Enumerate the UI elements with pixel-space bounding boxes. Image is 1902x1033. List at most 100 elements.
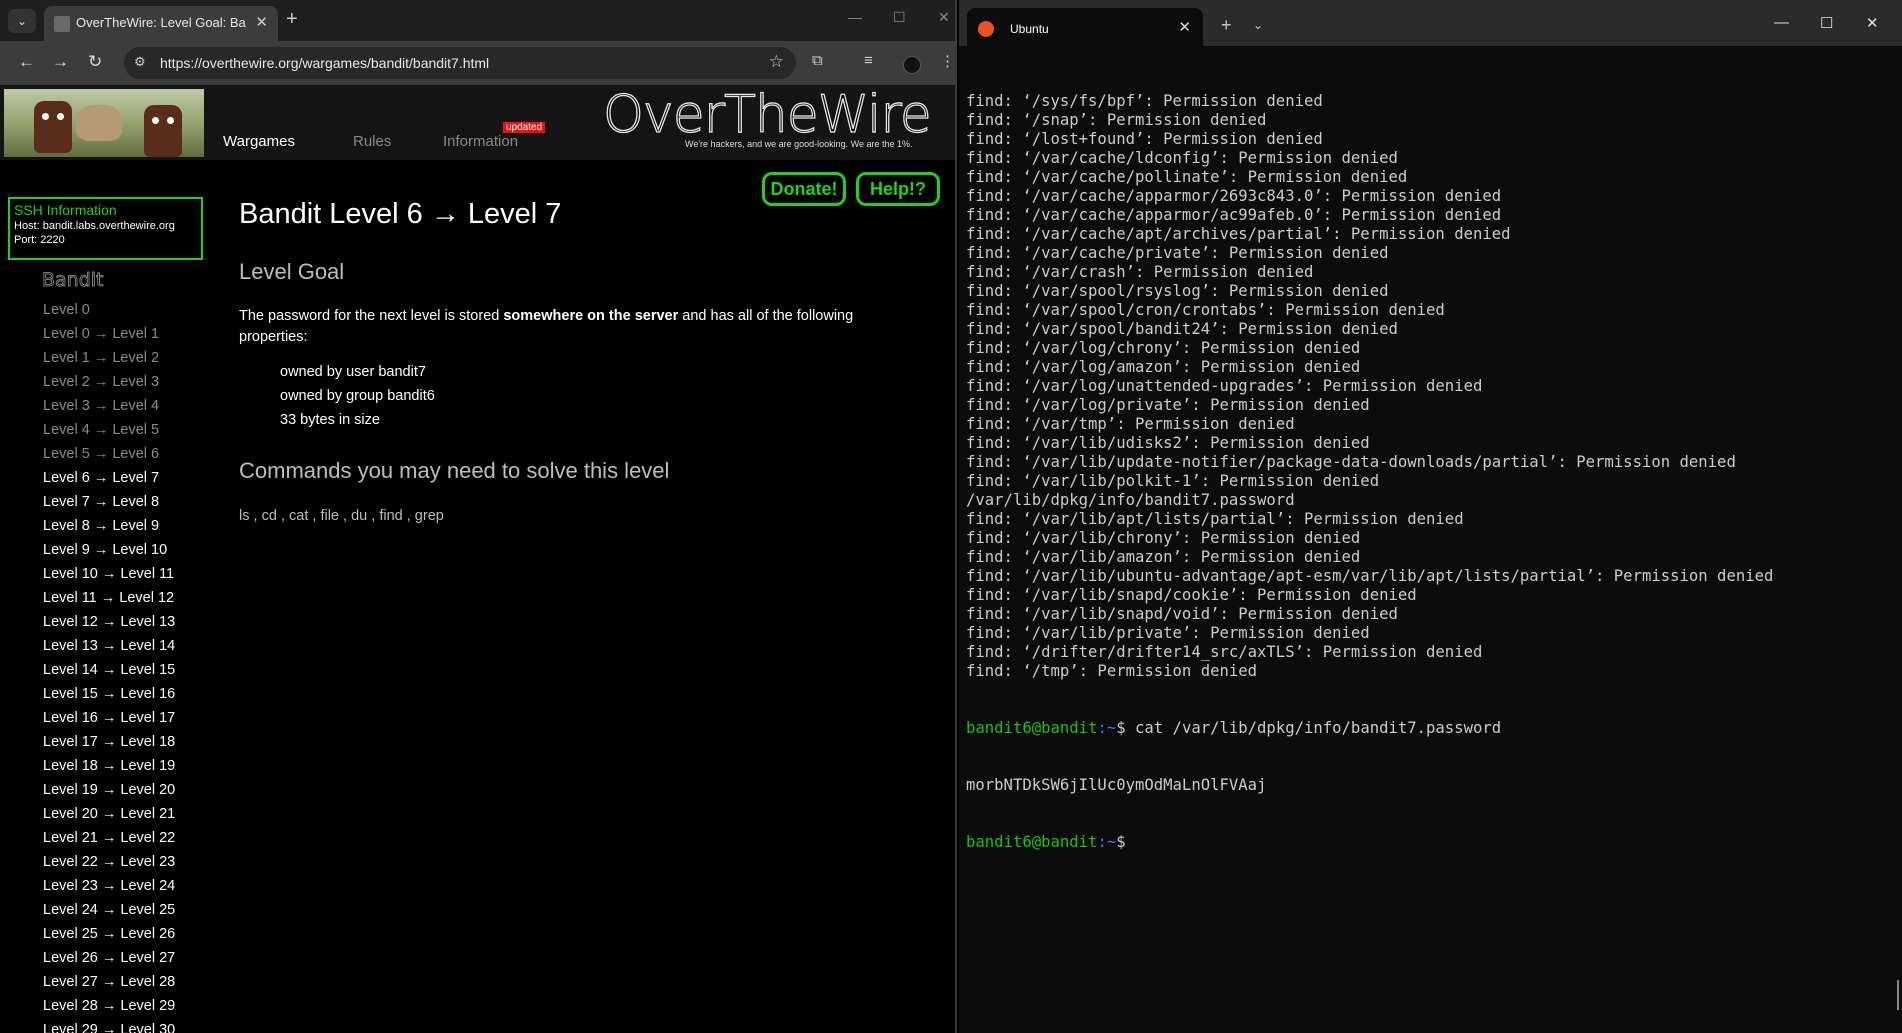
maximize-icon[interactable]: ☐ [893, 9, 906, 26]
level-link[interactable]: Level 4 → Level 5 [43, 422, 175, 446]
level-link[interactable]: Level 20 → Level 21 [43, 806, 175, 830]
terminal-line: find: ‘/tmp’: Permission denied [966, 662, 1258, 680]
window-close-icon[interactable]: ✕ [938, 9, 950, 26]
command-link[interactable]: cat [289, 508, 308, 524]
terminal-line: find: ‘/var/cache/apparmor/ac99afeb.0’: … [966, 206, 1502, 224]
nav-wargames[interactable]: Wargames [223, 133, 295, 150]
level-link[interactable]: Level 3 → Level 4 [43, 398, 175, 422]
level-link[interactable]: Level 6 → Level 7 [43, 470, 175, 494]
level-link[interactable]: Level 27 → Level 28 [43, 974, 175, 998]
banner-image [4, 89, 204, 157]
level-link[interactable]: Level 26 → Level 27 [43, 950, 175, 974]
extensions-icon[interactable]: ⧉ [812, 52, 823, 69]
reload-icon[interactable]: ↻ [88, 52, 102, 72]
url-text[interactable]: https://overthewire.org/wargames/bandit/… [160, 55, 489, 71]
avatar[interactable] [903, 56, 921, 74]
menu-icon[interactable]: ⋮ [940, 52, 955, 70]
level-link[interactable]: Level 25 → Level 26 [43, 926, 175, 950]
level-link[interactable]: Level 28 → Level 29 [43, 998, 175, 1022]
level-link[interactable]: Level 0 → Level 1 [43, 326, 175, 350]
tab-search-icon[interactable]: ⌄ [8, 9, 36, 33]
level-list: Level 0 Level 0 → Level 1 Level 1 → Level … [43, 302, 175, 1033]
level-link[interactable]: Level 19 → Level 20 [43, 782, 175, 806]
level-link[interactable]: Level 14 → Level 15 [43, 662, 175, 686]
minimize-icon[interactable]: — [848, 9, 862, 25]
browser-toolbar: ← → ↻ ⚙ https://overthewire.org/wargames… [0, 41, 955, 85]
chevron-down-icon[interactable]: ⌄ [1253, 18, 1263, 32]
new-tab-icon[interactable]: + [1221, 15, 1232, 36]
nav-information[interactable]: Information [443, 133, 518, 150]
prompt-symbol: $ [1116, 833, 1135, 851]
browser-window: ⌄ OverTheWire: Level Goal: Bandit Level … [0, 0, 957, 1033]
help-button[interactable]: Help!? [856, 172, 940, 206]
level-link[interactable]: Level 2 → Level 3 [43, 374, 175, 398]
terminal-command: cat /var/lib/dpkg/info/bandit7.password [1135, 719, 1502, 737]
terminal-line: find: ‘/var/spool/bandit24’: Permission … [966, 320, 1398, 338]
media-icon[interactable]: ≡ [864, 52, 873, 69]
site-info-icon[interactable]: ⚙ [134, 54, 146, 70]
level-link[interactable]: Level 1 → Level 2 [43, 350, 175, 374]
window-close-icon[interactable]: ✕ [1866, 14, 1879, 32]
level-link[interactable]: Level 15 → Level 16 [43, 686, 175, 710]
site-header: Wargames Rules Information updated OverT… [0, 84, 955, 160]
site-logo[interactable]: OverTheWire [602, 84, 932, 145]
site-tagline: We're hackers, and we are good-looking. … [685, 139, 913, 149]
level-link[interactable]: Level 24 → Level 25 [43, 902, 175, 926]
ssh-port: Port: 2220 [14, 234, 65, 246]
new-tab-icon[interactable]: + [286, 8, 298, 31]
level-link[interactable]: Level 21 → Level 22 [43, 830, 175, 854]
address-bar[interactable]: ⚙ https://overthewire.org/wargames/bandi… [124, 47, 796, 79]
goal-text: The password for the next level is store… [239, 306, 899, 348]
password-output: morbNTDkSW6jIlUc0ymOdMaLnOlFVAaj [966, 776, 1267, 794]
command-link[interactable]: find [379, 508, 402, 524]
level-link[interactable]: Level 29 → Level 30 [43, 1022, 175, 1033]
terminal-command-line: bandit6@bandit:~$ cat /var/lib/dpkg/info… [966, 719, 1896, 738]
close-tab-icon[interactable]: ✕ [255, 13, 268, 31]
prompt-path: :~ [1097, 719, 1117, 737]
terminal-line: find: ‘/var/spool/rsyslog’: Permission d… [966, 282, 1389, 300]
minimize-icon[interactable]: — [1774, 14, 1789, 31]
terminal-line: find: ‘/var/cache/ldconfig’: Permission … [966, 149, 1398, 167]
command-link[interactable]: file [320, 508, 339, 524]
terminal-tab[interactable]: Ubuntu ✕ [967, 8, 1203, 46]
level-link[interactable]: Level 7 → Level 8 [43, 494, 175, 518]
nav-rules[interactable]: Rules [353, 133, 391, 150]
scrollbar[interactable] [1897, 980, 1899, 1010]
ssh-host: Host: bandit.labs.overthewire.org [14, 220, 175, 232]
level-link[interactable]: Level 9 → Level 10 [43, 542, 175, 566]
forward-icon[interactable]: → [52, 52, 69, 72]
prompt-user: bandit6@bandit [966, 719, 1098, 737]
page-title: Bandit Level 6 → Level 7 [239, 198, 562, 230]
command-link[interactable]: cd [262, 508, 277, 524]
favicon-icon [54, 16, 70, 32]
browser-tab-active[interactable]: OverTheWire: Level Goal: Bandit Level 6 … [44, 6, 278, 41]
level-link[interactable]: Level 18 → Level 19 [43, 758, 175, 782]
command-link[interactable]: grep [415, 508, 444, 524]
terminal-line: find: ‘/var/crash’: Permission denied [966, 263, 1314, 281]
terminal-line: find: ‘/var/log/unattended-upgrades’: Pe… [966, 377, 1483, 395]
updated-badge: updated [503, 122, 546, 133]
close-tab-icon[interactable]: ✕ [1178, 18, 1191, 36]
level-link[interactable]: Level 8 → Level 9 [43, 518, 175, 542]
level-link[interactable]: Level 11 → Level 12 [43, 590, 175, 614]
terminal-line: find: ‘/var/lib/udisks2’: Permission den… [966, 434, 1370, 452]
level-link[interactable]: Level 13 → Level 14 [43, 638, 175, 662]
terminal-line: find: ‘/var/cache/pollinate’: Permission… [966, 168, 1408, 186]
maximize-icon[interactable]: ☐ [1820, 14, 1833, 32]
level-link[interactable]: Level 22 → Level 23 [43, 854, 175, 878]
level-link[interactable]: Level 10 → Level 11 [43, 566, 175, 590]
level-link[interactable]: Level 0 [43, 302, 175, 326]
level-link[interactable]: Level 16 → Level 17 [43, 710, 175, 734]
command-link[interactable]: du [351, 508, 367, 524]
level-link[interactable]: Level 23 → Level 24 [43, 878, 175, 902]
star-icon[interactable]: ☆ [769, 52, 784, 72]
back-icon[interactable]: ← [18, 52, 35, 72]
terminal-prompt-line[interactable]: bandit6@bandit:~$ [966, 833, 1896, 852]
terminal-output[interactable]: find: ‘/sys/fs/bpf’: Permission denied fi… [966, 54, 1896, 890]
level-link[interactable]: Level 12 → Level 13 [43, 614, 175, 638]
level-link[interactable]: Level 5 → Level 6 [43, 446, 175, 470]
donate-button[interactable]: Donate! [762, 172, 846, 206]
level-link[interactable]: Level 17 → Level 18 [43, 734, 175, 758]
command-link[interactable]: ls [239, 508, 249, 524]
terminal-line: find: ‘/sys/fs/bpf’: Permission denied [966, 92, 1323, 110]
